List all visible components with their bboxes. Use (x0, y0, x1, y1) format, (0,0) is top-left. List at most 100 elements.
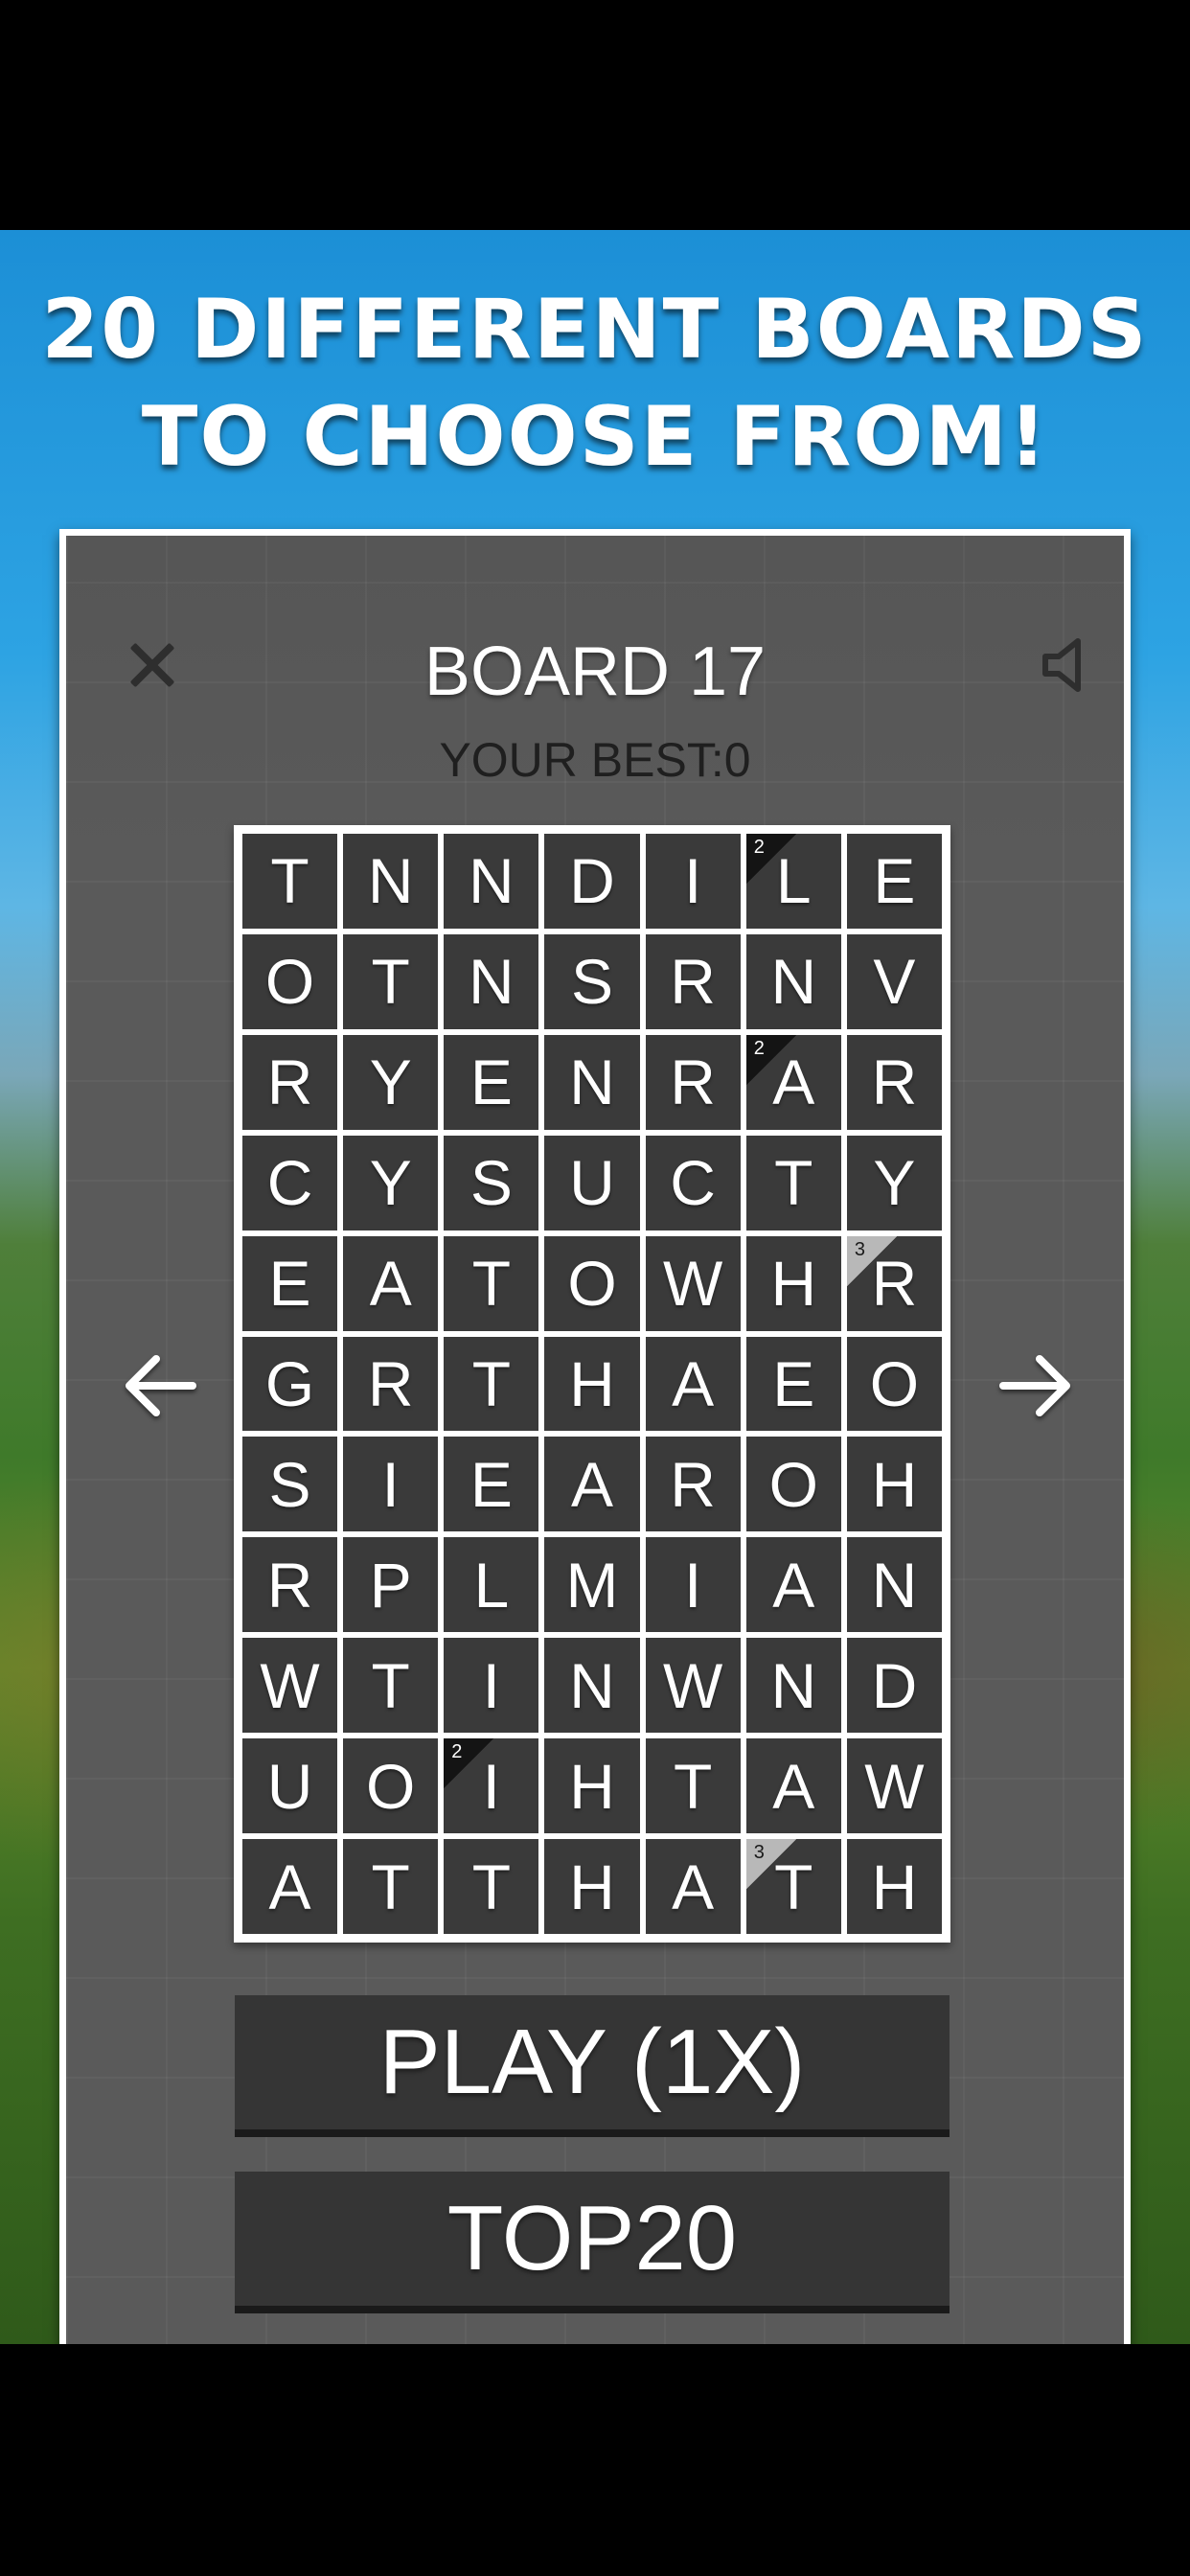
cell-letter: A (268, 1851, 311, 1922)
letter-cell[interactable]: H (745, 1235, 841, 1331)
letter-cell[interactable]: H (544, 1839, 640, 1934)
letter-cell[interactable]: C (242, 1135, 338, 1230)
letter-cell[interactable]: R (645, 1034, 741, 1130)
letter-cell[interactable]: W (645, 1638, 741, 1734)
cell-letter: R (871, 1046, 918, 1118)
letter-cell[interactable]: V (846, 933, 942, 1029)
letter-cell[interactable]: R (645, 1437, 741, 1532)
arrow-right-icon[interactable] (992, 1343, 1078, 1429)
letter-cell[interactable]: R (242, 1034, 338, 1130)
letter-cell[interactable]: A (645, 1336, 741, 1432)
letter-cell[interactable]: N (544, 1034, 640, 1130)
letter-cell[interactable]: T (444, 1839, 539, 1934)
cell-letter: H (569, 1851, 615, 1922)
letter-cell[interactable]: T (343, 933, 439, 1029)
letter-cell[interactable]: A (242, 1839, 338, 1934)
letter-cell[interactable]: T (444, 1336, 539, 1432)
letter-cell[interactable]: O (846, 1336, 942, 1432)
letter-cell[interactable]: S (242, 1437, 338, 1532)
letter-cell[interactable]: Y (846, 1135, 942, 1230)
cell-letter: R (266, 1549, 313, 1621)
letter-cell[interactable]: L (444, 1537, 539, 1633)
letter-cell[interactable]: T (343, 1638, 439, 1734)
letter-cell[interactable]: A (645, 1839, 741, 1934)
letter-cell[interactable]: C (645, 1135, 741, 1230)
letter-cell[interactable]: 3R (846, 1235, 942, 1331)
letter-cell[interactable]: T (343, 1839, 439, 1934)
letter-cell[interactable]: Y (343, 1135, 439, 1230)
letter-cell[interactable]: E (444, 1034, 539, 1130)
cell-letter: O (869, 1347, 920, 1419)
letter-cell[interactable]: H (544, 1738, 640, 1834)
letter-cell[interactable]: R (846, 1034, 942, 1130)
letter-cell[interactable]: A (343, 1235, 439, 1331)
letter-cell[interactable]: R (242, 1537, 338, 1633)
letter-cell[interactable]: D (544, 834, 640, 929)
top20-button[interactable]: TOP20 (235, 2172, 950, 2313)
letter-cell[interactable]: W (846, 1738, 942, 1834)
letter-cell[interactable]: G (242, 1336, 338, 1432)
letter-cell[interactable]: S (444, 1135, 539, 1230)
letter-cell[interactable]: T (444, 1235, 539, 1331)
letter-cell[interactable]: E (242, 1235, 338, 1331)
cell-letter: T (371, 1649, 410, 1721)
letter-cell[interactable]: 3T (745, 1839, 841, 1934)
cell-letter: O (366, 1750, 416, 1822)
letter-cell[interactable]: A (745, 1537, 841, 1633)
letter-cell[interactable]: P (343, 1537, 439, 1633)
letter-cell[interactable]: E (444, 1437, 539, 1532)
cell-letter: I (482, 1649, 501, 1721)
letter-cell[interactable]: O (343, 1738, 439, 1834)
letter-cell[interactable]: N (745, 933, 841, 1029)
cell-letter: R (266, 1046, 313, 1118)
letter-cell[interactable]: S (544, 933, 640, 1029)
letter-cell[interactable]: N (745, 1638, 841, 1734)
cell-letter: R (670, 1448, 716, 1520)
letter-cell[interactable]: R (645, 933, 741, 1029)
letter-cell[interactable]: I (645, 1537, 741, 1633)
letter-cell[interactable]: D (846, 1638, 942, 1734)
letter-cell[interactable]: N (444, 933, 539, 1029)
letter-cell[interactable]: I (645, 834, 741, 929)
letter-cell[interactable]: I (444, 1638, 539, 1734)
letter-cell[interactable]: N (343, 834, 439, 929)
letter-cell[interactable]: 2L (745, 834, 841, 929)
letter-cell[interactable]: W (242, 1638, 338, 1734)
cell-letter: N (569, 1046, 615, 1118)
letter-cell[interactable]: A (544, 1437, 640, 1532)
letter-cell[interactable]: R (343, 1336, 439, 1432)
arrow-left-icon[interactable] (118, 1343, 204, 1429)
play-button[interactable]: PLAY (1X) (235, 1995, 950, 2137)
letter-cell[interactable]: O (745, 1437, 841, 1532)
letter-cell[interactable]: O (544, 1235, 640, 1331)
cell-letter: A (772, 1750, 815, 1822)
letter-cell[interactable]: H (544, 1336, 640, 1432)
letter-cell[interactable]: 2A (745, 1034, 841, 1130)
letter-cell[interactable]: T (645, 1738, 741, 1834)
letter-cell[interactable]: U (544, 1135, 640, 1230)
cell-letter: E (772, 1347, 815, 1419)
cell-letter: L (775, 845, 812, 917)
cell-letter: H (770, 1248, 817, 1320)
cell-letter: T (371, 1851, 410, 1922)
letter-cell[interactable]: N (846, 1537, 942, 1633)
letter-cell[interactable]: T (745, 1135, 841, 1230)
letter-cell[interactable]: O (242, 933, 338, 1029)
letter-cell[interactable]: W (645, 1235, 741, 1331)
letter-cell[interactable]: A (745, 1738, 841, 1834)
letter-cell[interactable]: H (846, 1839, 942, 1934)
letter-cell[interactable]: 2I (444, 1738, 539, 1834)
headline-line-1: 20 DIFFERENT BOARDS (41, 282, 1149, 378)
letter-cell[interactable]: E (745, 1336, 841, 1432)
letter-cell[interactable]: I (343, 1437, 439, 1532)
letter-cell[interactable]: N (544, 1638, 640, 1734)
letter-cell[interactable]: T (242, 834, 338, 929)
letter-cell[interactable]: H (846, 1437, 942, 1532)
cell-letter: R (670, 1046, 716, 1118)
letter-grid: TNNDI2LEOTNSRNVRYENR2ARCYSUCTYEATOWH3RGR… (234, 825, 950, 1943)
letter-cell[interactable]: Y (343, 1034, 439, 1130)
letter-cell[interactable]: M (544, 1537, 640, 1633)
letter-cell[interactable]: N (444, 834, 539, 929)
letter-cell[interactable]: E (846, 834, 942, 929)
letter-cell[interactable]: U (242, 1738, 338, 1834)
